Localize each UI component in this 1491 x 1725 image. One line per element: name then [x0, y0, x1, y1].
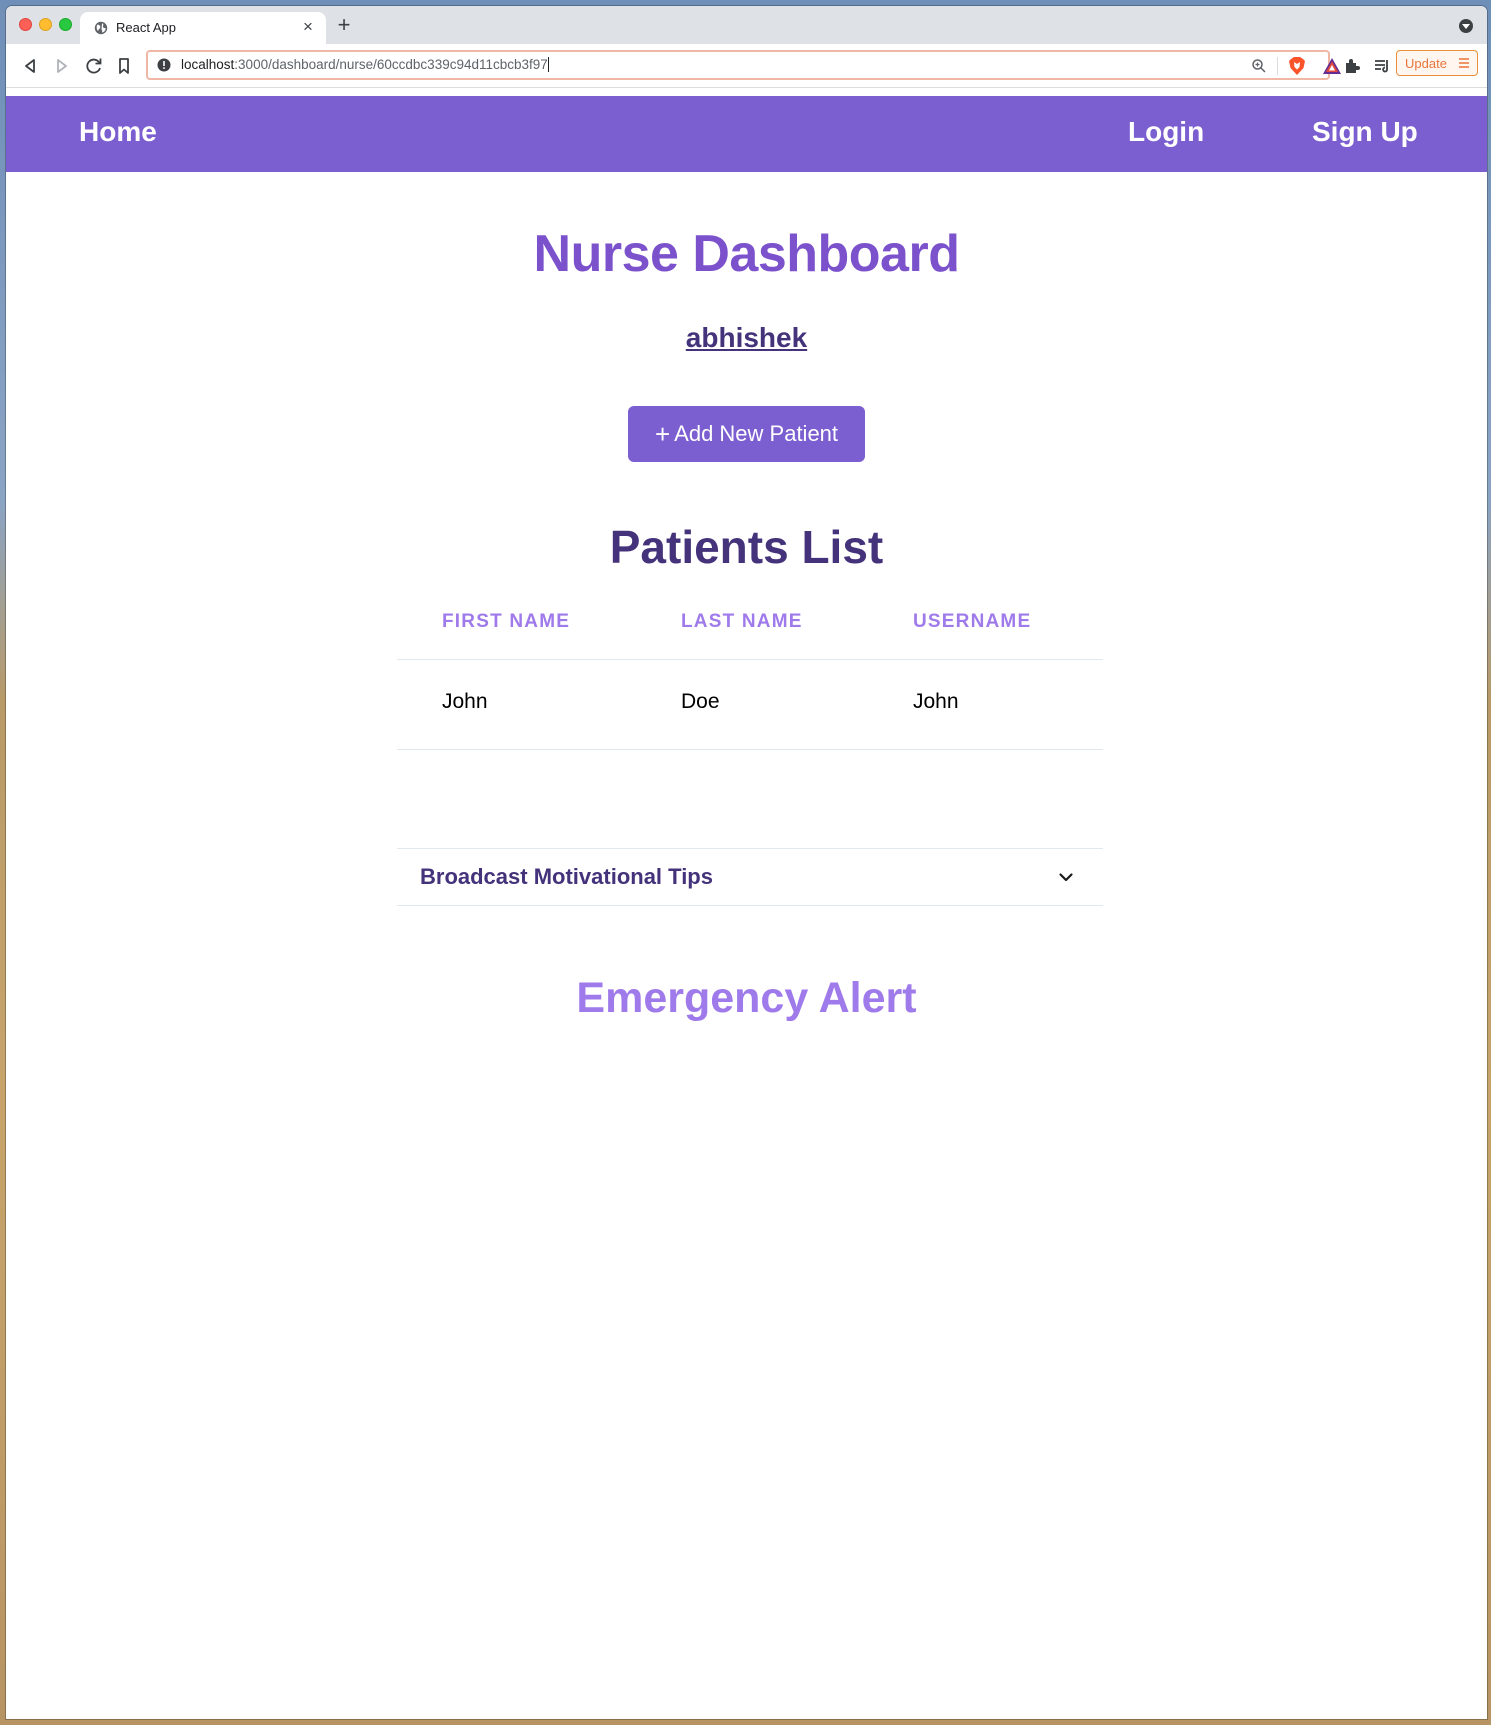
cell-last-name: Doe — [681, 690, 720, 713]
address-bar[interactable]: localhost:3000/dashboard/nurse/60ccdbc33… — [146, 50, 1341, 80]
table-header: FIRST NAME LAST NAME USERNAME — [397, 594, 1103, 660]
nurse-name[interactable]: abhishek — [686, 322, 807, 353]
broadcast-tips-label: Broadcast Motivational Tips — [420, 864, 713, 889]
browser-window: React App × + localhost:3000/dashboard/n… — [6, 6, 1487, 1719]
back-icon[interactable] — [18, 54, 42, 78]
add-new-patient-label: Add New Patient — [674, 420, 839, 446]
divider — [1277, 57, 1278, 75]
globe-icon — [94, 21, 108, 35]
column-header-username: USERNAME — [913, 611, 1032, 632]
url-text[interactable]: localhost:3000/dashboard/nurse/60ccdbc33… — [181, 57, 549, 72]
minimize-window-button[interactable] — [39, 18, 52, 31]
patients-table: FIRST NAME LAST NAME USERNAME John Doe J… — [397, 594, 1103, 750]
brave-rewards-icon[interactable] — [1322, 56, 1342, 76]
column-header-first-name: FIRST NAME — [442, 611, 571, 632]
close-tab-icon[interactable]: × — [298, 17, 318, 37]
bookmark-icon[interactable] — [112, 54, 136, 78]
close-window-button[interactable] — [19, 18, 32, 31]
update-button[interactable]: Update — [1396, 50, 1478, 76]
browser-tab[interactable]: React App × — [80, 12, 326, 44]
url-path: :3000/dashboard/nurse/60ccdbc339c94d11cb… — [234, 57, 548, 72]
reload-icon[interactable] — [82, 54, 106, 78]
add-new-patient-button[interactable]: + Add New Patient — [628, 406, 865, 462]
url-host: localhost — [181, 57, 235, 72]
cell-first-name: John — [442, 690, 488, 713]
patients-list-title: Patients List — [609, 521, 884, 573]
new-tab-button[interactable]: + — [332, 14, 356, 38]
navbar: Home Login Sign Up — [6, 96, 1487, 172]
tab-strip: React App × + — [6, 6, 1487, 44]
maximize-window-button[interactable] — [59, 18, 72, 31]
page-title: Nurse Dashboard — [533, 225, 960, 283]
tab-title: React App — [116, 20, 176, 35]
info-icon[interactable] — [157, 58, 171, 72]
reading-list-icon[interactable] — [1370, 54, 1394, 78]
nav-login-link[interactable]: Login — [1128, 116, 1204, 148]
plus-icon: + — [654, 418, 671, 449]
zoom-icon[interactable] — [1250, 57, 1268, 75]
brave-shield-icon[interactable] — [1288, 56, 1306, 76]
extensions-icon[interactable] — [1340, 54, 1364, 78]
page-content: Home Login Sign Up Nurse Dashboard abhis… — [6, 96, 1487, 1719]
forward-icon[interactable] — [50, 54, 74, 78]
chevron-down-icon[interactable] — [1057, 868, 1075, 886]
nurse-name-link: abhishek — [6, 322, 1487, 354]
tab-search-icon[interactable] — [1459, 19, 1473, 33]
update-label: Update — [1405, 56, 1447, 71]
browser-toolbar: localhost:3000/dashboard/nurse/60ccdbc33… — [6, 44, 1487, 88]
broadcast-tips-accordion[interactable]: Broadcast Motivational Tips — [397, 848, 1103, 906]
nav-home-link[interactable]: Home — [79, 116, 157, 148]
cell-username: John — [913, 690, 959, 713]
text-cursor — [547, 57, 549, 72]
table-row[interactable]: John Doe John — [397, 660, 1103, 750]
menu-icon — [1459, 58, 1469, 68]
emergency-alert-title: Emergency Alert — [576, 974, 917, 1022]
column-header-last-name: LAST NAME — [681, 611, 803, 632]
nav-signup-link[interactable]: Sign Up — [1312, 116, 1418, 148]
